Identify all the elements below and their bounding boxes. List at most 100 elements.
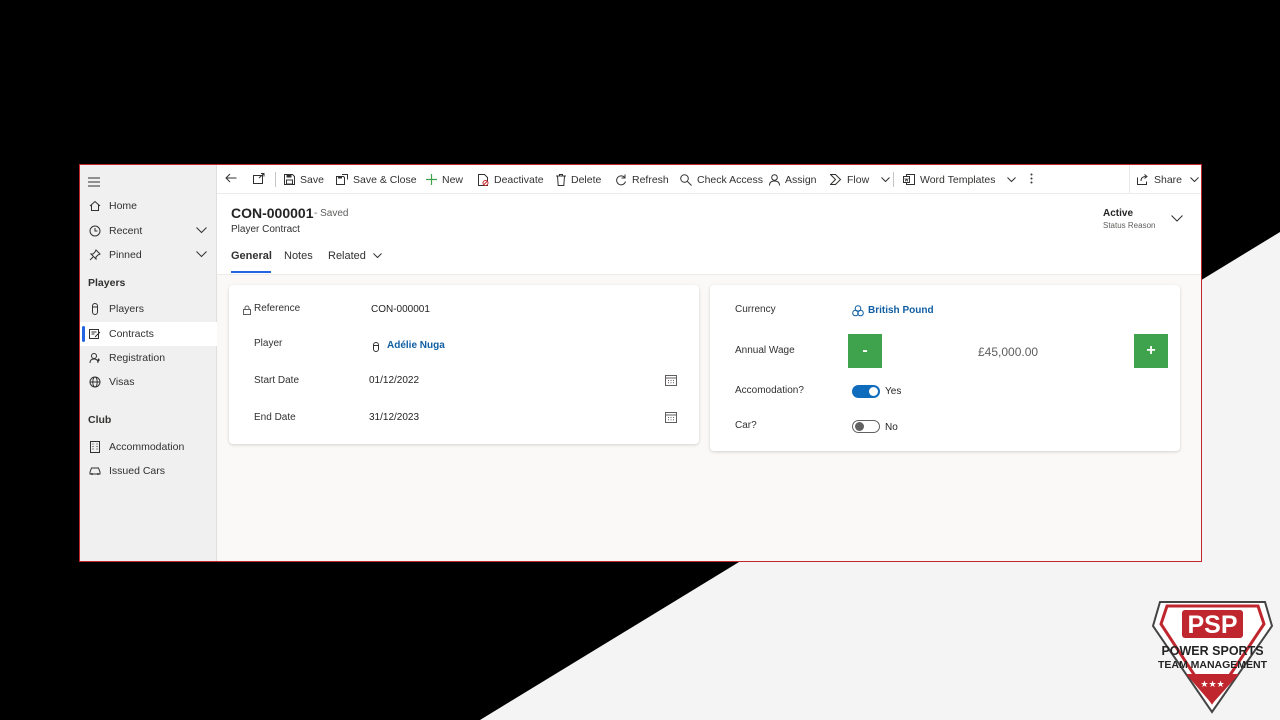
home-icon <box>88 199 102 213</box>
status-reason-label: Status Reason <box>1103 221 1156 230</box>
new-label: New <box>442 173 464 186</box>
toolbar-divider <box>893 172 894 187</box>
record-header: CON-000001 - Saved Player Contract Activ… <box>217 194 1201 275</box>
chevron-down-icon[interactable] <box>196 249 207 261</box>
save-close-button[interactable]: Save & Close <box>336 165 417 194</box>
share-label: Share <box>1154 173 1183 186</box>
sidebar-item-issued-cars[interactable]: Issued Cars <box>80 459 217 483</box>
reference-field: CON-000001 <box>371 304 430 315</box>
hamburger-menu-icon[interactable] <box>88 174 100 192</box>
app-window: Home Recent Pinned Players Players Contr… <box>79 164 1202 562</box>
clock-icon <box>88 224 102 238</box>
annual-wage-field[interactable]: £45,000.00 <box>978 345 1038 359</box>
sidebar-item-label: Pinned <box>109 249 142 261</box>
tab-related[interactable]: Related <box>328 250 382 262</box>
save-icon <box>284 174 295 185</box>
general-section-card: Reference CON-000001 Player Adélie Nuga … <box>229 285 699 444</box>
sidebar-item-contracts[interactable]: Contracts <box>80 322 217 346</box>
sidebar-item-recent[interactable]: Recent <box>80 219 217 243</box>
sidebar-item-label: Recent <box>109 225 143 237</box>
command-bar: Save Save & Close New Deactivate Delete … <box>217 165 1201 194</box>
sidebar-item-registration[interactable]: Registration <box>80 346 217 370</box>
sidebar-item-label: Contracts <box>109 328 154 340</box>
accommodation-label: Accomodation? <box>735 385 804 396</box>
tab-notes[interactable]: Notes <box>284 250 313 262</box>
header-expand-chevron-icon[interactable] <box>1171 209 1183 227</box>
player-lookup-link[interactable]: Adélie Nuga <box>387 340 445 351</box>
sidebar: Home Recent Pinned Players Players Contr… <box>80 165 217 561</box>
sidebar-item-players[interactable]: Players <box>80 297 217 321</box>
accommodation-value: Yes <box>885 386 902 397</box>
chevron-down-icon[interactable] <box>1007 174 1021 186</box>
sidebar-item-home[interactable]: Home <box>80 194 217 218</box>
trash-icon <box>556 173 566 186</box>
chevron-down-icon[interactable] <box>1190 174 1201 186</box>
start-date-label: Start Date <box>254 375 300 386</box>
refresh-icon <box>616 174 626 185</box>
toolbar-divider <box>1129 165 1130 194</box>
logo-abbr: PSP <box>1187 611 1237 639</box>
calendar-icon[interactable] <box>665 373 677 391</box>
entity-name: Player Contract <box>231 224 300 235</box>
car-icon <box>88 464 102 478</box>
chevron-down-icon <box>373 250 382 262</box>
check-access-label: Check Access <box>697 173 763 186</box>
player-icon <box>373 339 379 357</box>
logo-line2: TEAM MANAGEMENT <box>1158 659 1268 671</box>
sidebar-group-club: Club <box>88 414 112 426</box>
sidebar-item-accommodation[interactable]: Accommodation <box>80 435 217 459</box>
share-button[interactable]: Share <box>1137 165 1201 194</box>
assign-button[interactable]: Assign <box>769 165 817 194</box>
flow-label: Flow <box>847 173 870 186</box>
logo-stars: ★★★ <box>1200 680 1224 690</box>
magnifier-icon <box>680 173 692 186</box>
tab-general[interactable]: General <box>231 250 272 262</box>
car-toggle[interactable] <box>852 420 880 433</box>
sidebar-item-visas[interactable]: Visas <box>80 370 217 394</box>
logo-line1: POWER SPORTS <box>1161 644 1263 658</box>
sidebar-group-players: Players <box>88 277 126 289</box>
accommodation-toggle[interactable] <box>852 385 880 398</box>
psp-logo: PSP POWER SPORTS TEAM MANAGEMENT ★★★ <box>1151 601 1274 714</box>
save-button[interactable]: Save <box>284 165 324 194</box>
currency-lookup-link[interactable]: British Pound <box>868 305 934 316</box>
share-icon <box>1137 174 1148 185</box>
calendar-icon[interactable] <box>665 410 677 428</box>
reference-label: Reference <box>254 303 301 314</box>
word-templates-button[interactable]: Word Templates <box>903 165 1021 194</box>
record-title: CON-000001 <box>231 205 314 221</box>
globe-icon <box>88 375 102 389</box>
back-button[interactable] <box>225 165 242 194</box>
new-button[interactable]: New <box>426 165 463 194</box>
save-close-label: Save & Close <box>353 173 417 186</box>
chevron-down-icon[interactable] <box>196 225 207 237</box>
currency-label: Currency <box>735 304 776 315</box>
end-date-field[interactable]: 31/12/2023 <box>369 412 419 423</box>
sidebar-item-pinned[interactable]: Pinned <box>80 243 217 267</box>
start-date-field[interactable]: 01/12/2022 <box>369 375 419 386</box>
assign-label: Assign <box>785 173 817 186</box>
check-access-button[interactable]: Check Access <box>680 165 763 194</box>
player-icon <box>88 302 102 316</box>
more-commands-button[interactable] <box>1030 165 1038 194</box>
flow-button[interactable]: Flow <box>830 165 895 194</box>
sidebar-item-label: Issued Cars <box>109 465 166 477</box>
registration-icon <box>88 351 102 365</box>
deactivate-icon <box>478 173 489 186</box>
open-in-new-window-icon <box>253 172 270 187</box>
increase-wage-button[interactable]: + <box>1134 334 1168 368</box>
deactivate-button[interactable]: Deactivate <box>478 165 544 194</box>
delete-label: Delete <box>571 173 602 186</box>
word-template-icon <box>903 174 915 185</box>
delete-button[interactable]: Delete <box>556 165 601 194</box>
sidebar-item-label: Visas <box>109 376 135 388</box>
refresh-button[interactable]: Refresh <box>615 165 669 194</box>
save-label: Save <box>300 173 324 186</box>
toolbar-divider <box>275 172 276 187</box>
open-new-window-button[interactable] <box>253 165 270 194</box>
sidebar-item-label: Players <box>109 303 145 315</box>
building-icon <box>88 440 102 454</box>
car-value: No <box>885 422 898 433</box>
sidebar-item-label: Registration <box>109 352 166 364</box>
decrease-wage-button[interactable]: - <box>848 334 882 368</box>
